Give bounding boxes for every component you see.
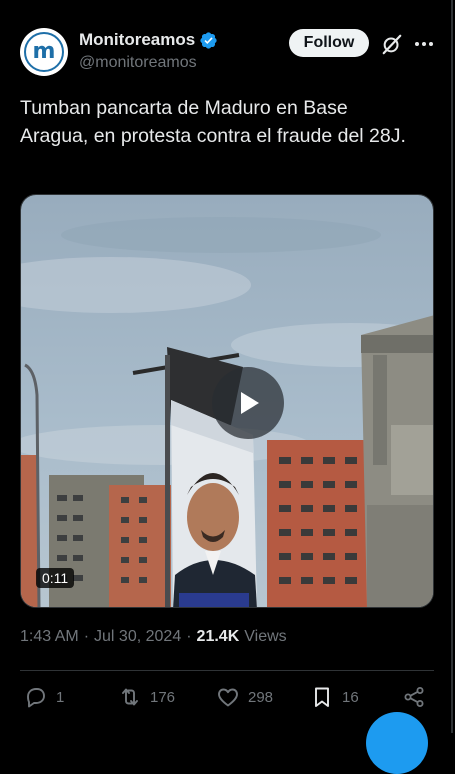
repost-icon [122,688,138,706]
views-count[interactable]: 21.4K [197,628,240,646]
avatar[interactable]: m [20,28,68,76]
repost-button[interactable]: 176 [118,685,175,709]
views-label: Views [244,628,287,645]
grok-icon[interactable] [381,33,403,55]
reply-count: 1 [56,688,65,706]
like-count: 298 [248,688,274,706]
tweet-text: Tumban pancarta de Maduro en Base Aragua… [20,97,406,147]
tweet-time[interactable]: 1:43 AM [20,628,79,646]
play-icon [241,392,259,414]
bookmark-count: 16 [342,688,359,706]
action-bar: 1 176 298 16 [20,685,434,715]
tweet-date[interactable]: Jul 30, 2024 [94,628,181,646]
meta-separator: · [186,628,192,645]
reply-button[interactable]: 1 [24,685,64,709]
video-duration: 0:11 [36,568,75,588]
author-name-row: Monitoreamos [79,30,218,50]
avatar-logo: m [24,32,64,72]
author-name[interactable]: Monitoreamos [79,30,195,50]
meta-separator: · [83,628,90,645]
bookmark-button[interactable]: 16 [310,685,359,709]
more-icon[interactable] [414,34,434,54]
reply-icon [27,688,45,708]
compose-fab-button[interactable] [366,712,428,774]
share-icon [404,687,424,707]
share-button[interactable] [402,685,426,709]
tweet-metadata: 1:43 AM · Jul 30, 2024 · 21.4K Views [20,628,287,646]
bookmark-icon [315,687,329,707]
like-button[interactable]: 298 [216,685,273,709]
video-player[interactable]: 0:11 [20,194,434,608]
tweet-detail: m Monitoreamos @monitoreamos Follow Tumb… [0,0,453,774]
divider [20,670,434,671]
author-handle[interactable]: @monitoreamos [79,54,197,72]
play-button[interactable] [212,367,284,439]
heart-icon [218,688,238,707]
verified-badge-icon [200,31,217,49]
repost-count: 176 [150,688,176,706]
follow-button[interactable]: Follow [289,29,369,57]
